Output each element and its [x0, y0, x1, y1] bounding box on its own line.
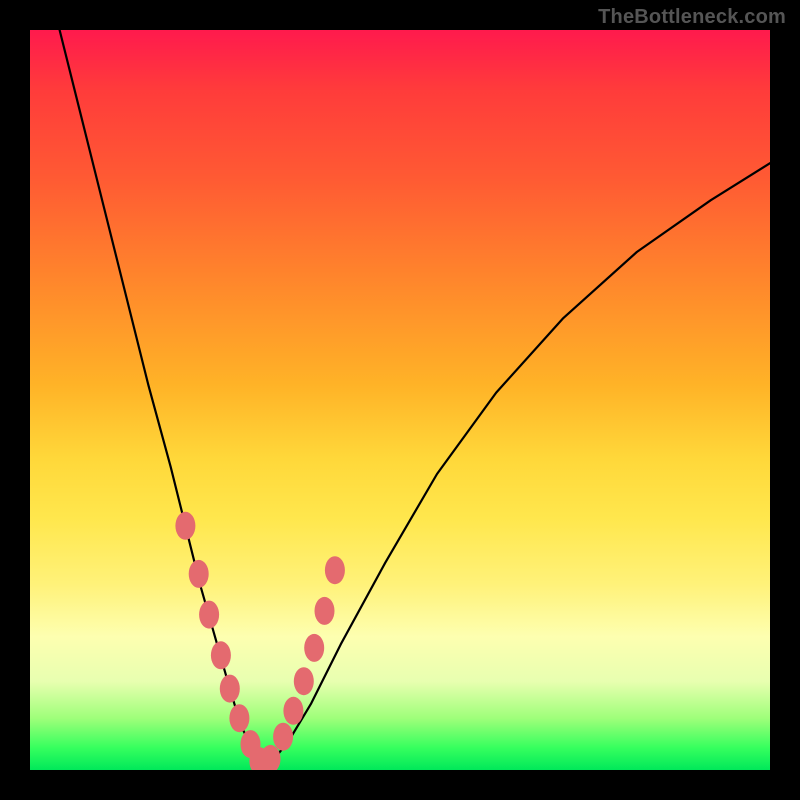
highlight-markers-group — [175, 512, 345, 770]
watermark-text: TheBottleneck.com — [598, 6, 786, 29]
highlight-dot — [211, 641, 231, 669]
highlight-dot — [273, 723, 293, 751]
bottleneck-curve-svg — [30, 30, 770, 770]
highlight-dot — [229, 704, 249, 732]
highlight-dot — [315, 597, 335, 625]
chart-frame: TheBottleneck.com — [0, 0, 800, 800]
highlight-dot — [220, 675, 240, 703]
highlight-dot — [294, 667, 314, 695]
highlight-dot — [189, 560, 209, 588]
highlight-dot — [199, 601, 219, 629]
bottleneck-curve-path — [60, 30, 770, 763]
gradient-plot-area — [30, 30, 770, 770]
highlight-dot — [304, 634, 324, 662]
highlight-dot — [283, 697, 303, 725]
highlight-dot — [325, 556, 345, 584]
highlight-dot — [175, 512, 195, 540]
